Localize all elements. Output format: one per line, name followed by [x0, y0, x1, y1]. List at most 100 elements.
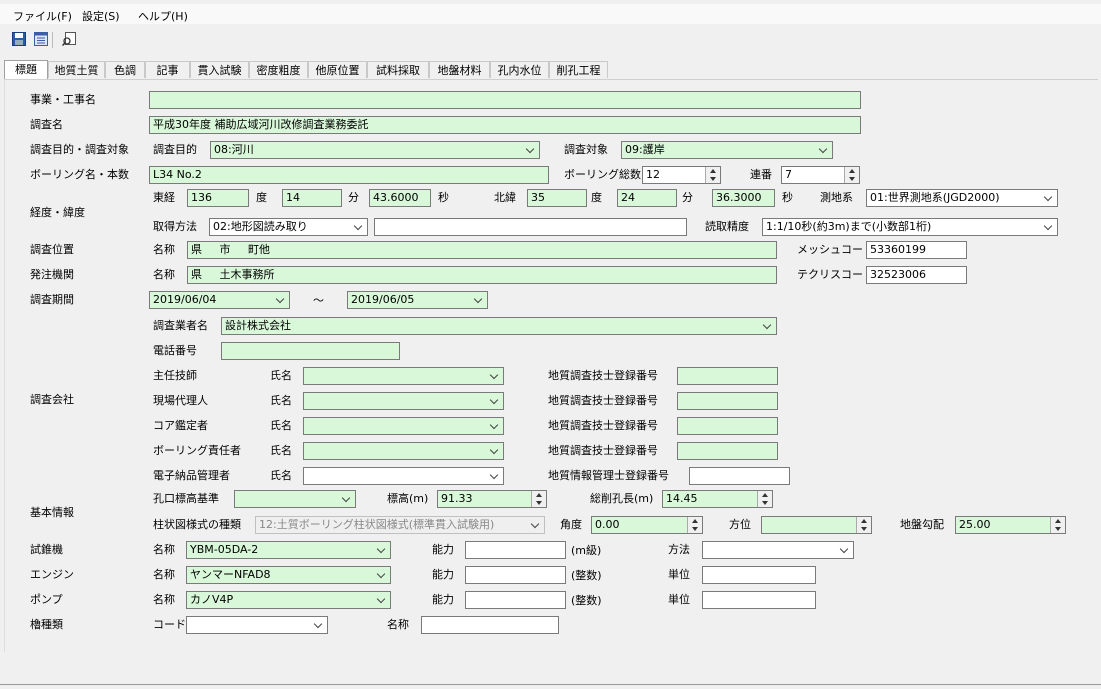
- engine-name-select[interactable]: ヤンマーNFAD8: [186, 566, 391, 584]
- tab-sampling[interactable]: 試料採取: [367, 61, 429, 78]
- site-agent-reg-label: 地質調査技士登録番号: [548, 394, 658, 407]
- pump-capacity-field[interactable]: [465, 591, 566, 609]
- tab-strip: 標題 地質土質 色調 記事 貫入試験 密度粗度 他原位置 試料採取 地盤材料 孔…: [0, 60, 1101, 79]
- hole-elev-ref-select[interactable]: [234, 490, 356, 508]
- menu-file[interactable]: ファイル(F): [13, 8, 72, 24]
- site-agent-reg-field[interactable]: [677, 392, 778, 410]
- drill-capacity-label: 能力: [432, 543, 454, 556]
- company-name-label: 調査業者名: [153, 319, 208, 332]
- purpose-target-label: 調査目的・調査対象: [30, 143, 129, 156]
- direction-stepper[interactable]: [761, 516, 872, 534]
- spin-arrows-icon[interactable]: [687, 517, 702, 533]
- tab-color[interactable]: 色調: [105, 61, 145, 78]
- tab-ground-material[interactable]: 地盤材料: [429, 61, 490, 78]
- core-appraiser-select[interactable]: [303, 417, 504, 435]
- lon-min-field[interactable]: 14: [282, 189, 342, 207]
- tower-code-select[interactable]: [186, 616, 328, 634]
- acq-method-label: 取得方法: [153, 220, 197, 233]
- purpose-select[interactable]: 08:河川: [210, 141, 540, 159]
- core-appraiser-reg-field[interactable]: [677, 417, 778, 435]
- company-name-select[interactable]: 設計株式会社: [221, 317, 777, 335]
- pump-name-label: 名称: [153, 593, 175, 606]
- tab-drilling[interactable]: 削孔工程: [549, 61, 608, 78]
- pump-unit-field[interactable]: [702, 591, 816, 609]
- pump-capacity-label: 能力: [432, 593, 454, 606]
- site-agent-select[interactable]: [303, 392, 504, 410]
- angle-stepper[interactable]: 0.00: [591, 516, 703, 534]
- spin-arrows-icon[interactable]: [856, 517, 871, 533]
- target-select[interactable]: 09:護岸: [621, 141, 833, 159]
- tab-insitu[interactable]: 他原位置: [308, 61, 367, 78]
- lat-deg-field[interactable]: 35: [527, 189, 587, 207]
- period-end-picker[interactable]: 2019/06/05: [347, 291, 488, 309]
- geodetic-select[interactable]: 01:世界測地系(JGD2000): [866, 189, 1058, 207]
- lon-deg-unit: 度: [256, 191, 267, 204]
- tab-density[interactable]: 密度粗度: [249, 61, 308, 78]
- location-name-field[interactable]: 県 市 町他: [187, 241, 777, 259]
- chief-engineer-reg-field[interactable]: [677, 367, 778, 385]
- mesh-code-label: メッシュコード: [797, 243, 874, 256]
- acq-note-field[interactable]: [374, 218, 687, 236]
- chief-engineer-select[interactable]: [303, 367, 504, 385]
- project-field[interactable]: [149, 91, 861, 109]
- direction-label: 方位: [729, 518, 751, 531]
- spin-arrows-icon[interactable]: [844, 167, 859, 183]
- spin-arrows-icon[interactable]: [531, 491, 546, 507]
- boring-manager-select[interactable]: [303, 442, 504, 460]
- total-depth-label: 総削孔長(m): [590, 492, 654, 505]
- pump-name-select[interactable]: カノV4P: [186, 591, 391, 609]
- tab-geology[interactable]: 地質土質: [48, 61, 105, 78]
- drill-method-select[interactable]: [702, 541, 854, 559]
- geo-info-reg-field[interactable]: [689, 467, 790, 485]
- spin-arrows-icon[interactable]: [1050, 517, 1065, 533]
- engine-capacity-field[interactable]: [465, 566, 566, 584]
- toolbar-separator: [52, 32, 53, 48]
- lon-sec-field[interactable]: 43.6000: [369, 189, 431, 207]
- e-delivery-person-label: 氏名: [270, 469, 292, 482]
- tab-penetration[interactable]: 貫入試験: [190, 61, 249, 78]
- mesh-code-field[interactable]: 53360199: [866, 241, 967, 259]
- period-start-picker[interactable]: 2019/06/04: [149, 291, 290, 309]
- serial-stepper[interactable]: 7: [781, 166, 860, 184]
- boring-name-field[interactable]: L34 No.2: [149, 166, 549, 184]
- tab-notes[interactable]: 記事: [145, 61, 190, 78]
- lat-sec-field[interactable]: 36.3000: [712, 189, 775, 207]
- drill-name-select[interactable]: YBM-05DA-2: [186, 541, 391, 559]
- menu-settings[interactable]: 設定(S): [82, 8, 120, 24]
- tower-label: 櫓種類: [30, 618, 63, 631]
- tab-title[interactable]: 標題: [4, 60, 48, 79]
- boring-manager-reg-field[interactable]: [677, 442, 778, 460]
- e-delivery-manager-select[interactable]: [303, 467, 504, 485]
- lon-deg-field[interactable]: 136: [187, 189, 249, 207]
- ground-slope-stepper[interactable]: 25.00: [955, 516, 1066, 534]
- total-depth-stepper[interactable]: 14.45: [662, 490, 773, 508]
- read-precision-select[interactable]: 1:1/10秒(約3m)まで(小数部1桁): [762, 218, 1058, 236]
- techris-code-field[interactable]: 32523006: [866, 266, 967, 284]
- total-depth-value: 14.45: [666, 492, 698, 505]
- survey-name-field[interactable]: 平成30年度 補助広域河川改修調査業務委託: [149, 116, 861, 134]
- phone-field[interactable]: [221, 342, 400, 360]
- toolbar: [0, 27, 1101, 53]
- techris-code-label: テクリスコード: [797, 268, 874, 281]
- tower-name-field[interactable]: [421, 616, 559, 634]
- tab-water-level[interactable]: 孔内水位: [490, 61, 549, 78]
- lat-min-field[interactable]: 24: [617, 189, 677, 207]
- engine-unit-field[interactable]: [702, 566, 816, 584]
- spin-arrows-icon[interactable]: [757, 491, 772, 507]
- elevation-stepper[interactable]: 91.33: [437, 490, 547, 508]
- e-delivery-manager-label: 電子納品管理者: [153, 469, 230, 482]
- geodetic-label: 測地系: [820, 191, 853, 204]
- column-type-select[interactable]: 12:土質ボーリング柱状図様式(標準貫入試験用): [255, 516, 545, 534]
- acq-method-select[interactable]: 02:地形図読み取り: [209, 218, 368, 236]
- preview-icon[interactable]: [62, 32, 76, 46]
- menu-help[interactable]: ヘルプ(H): [138, 8, 188, 24]
- drill-capacity-unit: (m級): [571, 544, 602, 557]
- east-label: 東経: [153, 191, 175, 204]
- location-name-label: 名称: [153, 243, 175, 256]
- orderer-name-field[interactable]: 県 土木事務所: [187, 266, 777, 284]
- spin-arrows-icon[interactable]: [705, 167, 720, 183]
- save-icon[interactable]: [12, 32, 26, 46]
- drill-capacity-field[interactable]: [465, 541, 566, 559]
- form-icon[interactable]: [34, 32, 48, 46]
- boring-total-stepper[interactable]: 12: [642, 166, 721, 184]
